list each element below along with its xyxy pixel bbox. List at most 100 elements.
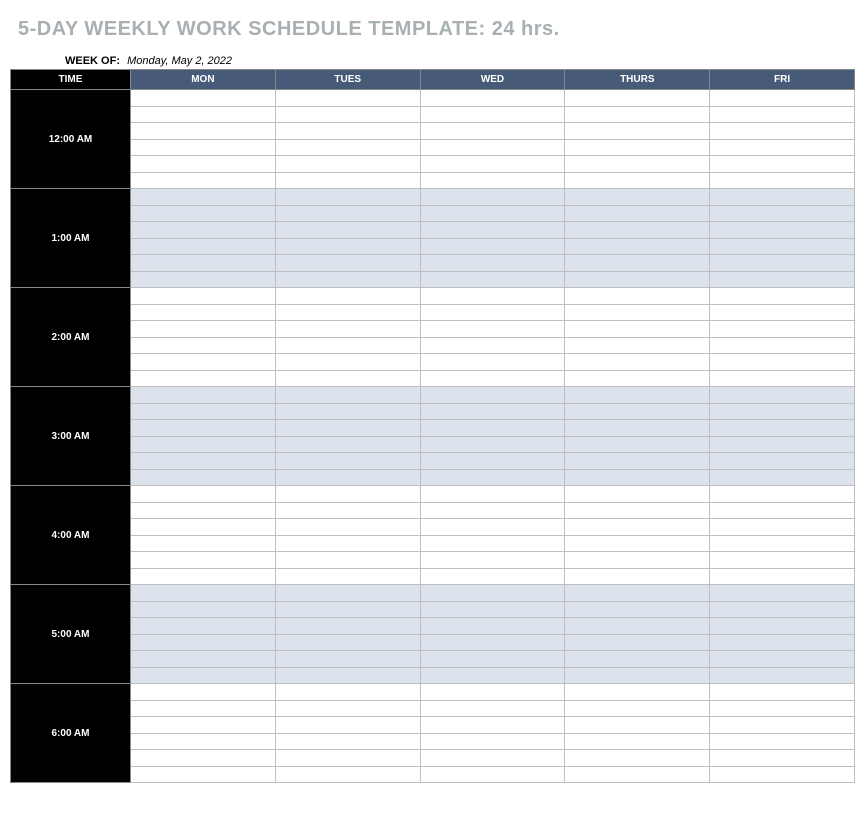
schedule-cell[interactable] — [420, 387, 565, 404]
schedule-cell[interactable] — [420, 321, 565, 338]
schedule-cell[interactable] — [131, 733, 276, 750]
schedule-cell[interactable] — [565, 370, 710, 387]
schedule-cell[interactable] — [275, 370, 420, 387]
schedule-cell[interactable] — [565, 255, 710, 272]
schedule-cell[interactable] — [131, 321, 276, 338]
schedule-cell[interactable] — [131, 667, 276, 684]
schedule-cell[interactable] — [565, 321, 710, 338]
schedule-cell[interactable] — [275, 321, 420, 338]
schedule-cell[interactable] — [565, 222, 710, 239]
schedule-cell[interactable] — [275, 585, 420, 602]
schedule-cell[interactable] — [131, 387, 276, 404]
schedule-cell[interactable] — [131, 568, 276, 585]
schedule-cell[interactable] — [710, 403, 855, 420]
schedule-cell[interactable] — [275, 420, 420, 437]
schedule-cell[interactable] — [275, 766, 420, 783]
schedule-cell[interactable] — [420, 684, 565, 701]
schedule-cell[interactable] — [710, 519, 855, 536]
schedule-cell[interactable] — [131, 700, 276, 717]
schedule-cell[interactable] — [275, 90, 420, 107]
schedule-cell[interactable] — [710, 90, 855, 107]
schedule-cell[interactable] — [275, 519, 420, 536]
schedule-cell[interactable] — [710, 106, 855, 123]
schedule-cell[interactable] — [131, 535, 276, 552]
schedule-cell[interactable] — [275, 568, 420, 585]
schedule-cell[interactable] — [420, 172, 565, 189]
schedule-cell[interactable] — [420, 651, 565, 668]
schedule-cell[interactable] — [565, 420, 710, 437]
schedule-cell[interactable] — [710, 271, 855, 288]
schedule-cell[interactable] — [565, 403, 710, 420]
schedule-cell[interactable] — [420, 601, 565, 618]
schedule-cell[interactable] — [420, 403, 565, 420]
schedule-cell[interactable] — [275, 172, 420, 189]
schedule-cell[interactable] — [420, 288, 565, 305]
schedule-cell[interactable] — [710, 123, 855, 140]
schedule-cell[interactable] — [275, 535, 420, 552]
schedule-cell[interactable] — [275, 205, 420, 222]
schedule-cell[interactable] — [420, 304, 565, 321]
schedule-cell[interactable] — [565, 601, 710, 618]
schedule-cell[interactable] — [710, 354, 855, 371]
schedule-cell[interactable] — [710, 189, 855, 206]
schedule-cell[interactable] — [565, 90, 710, 107]
schedule-cell[interactable] — [565, 156, 710, 173]
schedule-cell[interactable] — [710, 634, 855, 651]
schedule-cell[interactable] — [275, 453, 420, 470]
schedule-cell[interactable] — [565, 486, 710, 503]
schedule-cell[interactable] — [565, 733, 710, 750]
schedule-cell[interactable] — [710, 205, 855, 222]
schedule-cell[interactable] — [131, 618, 276, 635]
schedule-cell[interactable] — [420, 502, 565, 519]
schedule-cell[interactable] — [275, 436, 420, 453]
schedule-cell[interactable] — [131, 205, 276, 222]
schedule-cell[interactable] — [420, 535, 565, 552]
schedule-cell[interactable] — [710, 601, 855, 618]
schedule-cell[interactable] — [131, 238, 276, 255]
schedule-cell[interactable] — [420, 469, 565, 486]
schedule-cell[interactable] — [420, 420, 565, 437]
schedule-cell[interactable] — [420, 255, 565, 272]
schedule-cell[interactable] — [420, 486, 565, 503]
schedule-cell[interactable] — [275, 403, 420, 420]
schedule-cell[interactable] — [565, 519, 710, 536]
schedule-cell[interactable] — [131, 304, 276, 321]
schedule-cell[interactable] — [275, 222, 420, 239]
schedule-cell[interactable] — [420, 700, 565, 717]
schedule-cell[interactable] — [565, 205, 710, 222]
schedule-cell[interactable] — [275, 354, 420, 371]
schedule-cell[interactable] — [420, 337, 565, 354]
schedule-cell[interactable] — [131, 189, 276, 206]
schedule-cell[interactable] — [131, 651, 276, 668]
schedule-cell[interactable] — [565, 717, 710, 734]
schedule-cell[interactable] — [420, 453, 565, 470]
schedule-cell[interactable] — [275, 502, 420, 519]
schedule-cell[interactable] — [565, 106, 710, 123]
schedule-cell[interactable] — [710, 222, 855, 239]
schedule-cell[interactable] — [420, 139, 565, 156]
schedule-cell[interactable] — [565, 750, 710, 767]
schedule-cell[interactable] — [275, 667, 420, 684]
schedule-cell[interactable] — [420, 585, 565, 602]
schedule-cell[interactable] — [710, 486, 855, 503]
schedule-cell[interactable] — [275, 651, 420, 668]
schedule-cell[interactable] — [565, 354, 710, 371]
schedule-cell[interactable] — [131, 172, 276, 189]
schedule-cell[interactable] — [420, 205, 565, 222]
schedule-cell[interactable] — [565, 387, 710, 404]
schedule-cell[interactable] — [131, 139, 276, 156]
schedule-cell[interactable] — [275, 106, 420, 123]
schedule-cell[interactable] — [275, 486, 420, 503]
schedule-cell[interactable] — [710, 288, 855, 305]
schedule-cell[interactable] — [420, 750, 565, 767]
schedule-cell[interactable] — [565, 535, 710, 552]
schedule-cell[interactable] — [420, 568, 565, 585]
schedule-cell[interactable] — [275, 189, 420, 206]
schedule-cell[interactable] — [710, 568, 855, 585]
schedule-cell[interactable] — [565, 337, 710, 354]
schedule-cell[interactable] — [565, 568, 710, 585]
schedule-cell[interactable] — [131, 90, 276, 107]
schedule-cell[interactable] — [420, 222, 565, 239]
schedule-cell[interactable] — [710, 700, 855, 717]
schedule-cell[interactable] — [420, 766, 565, 783]
